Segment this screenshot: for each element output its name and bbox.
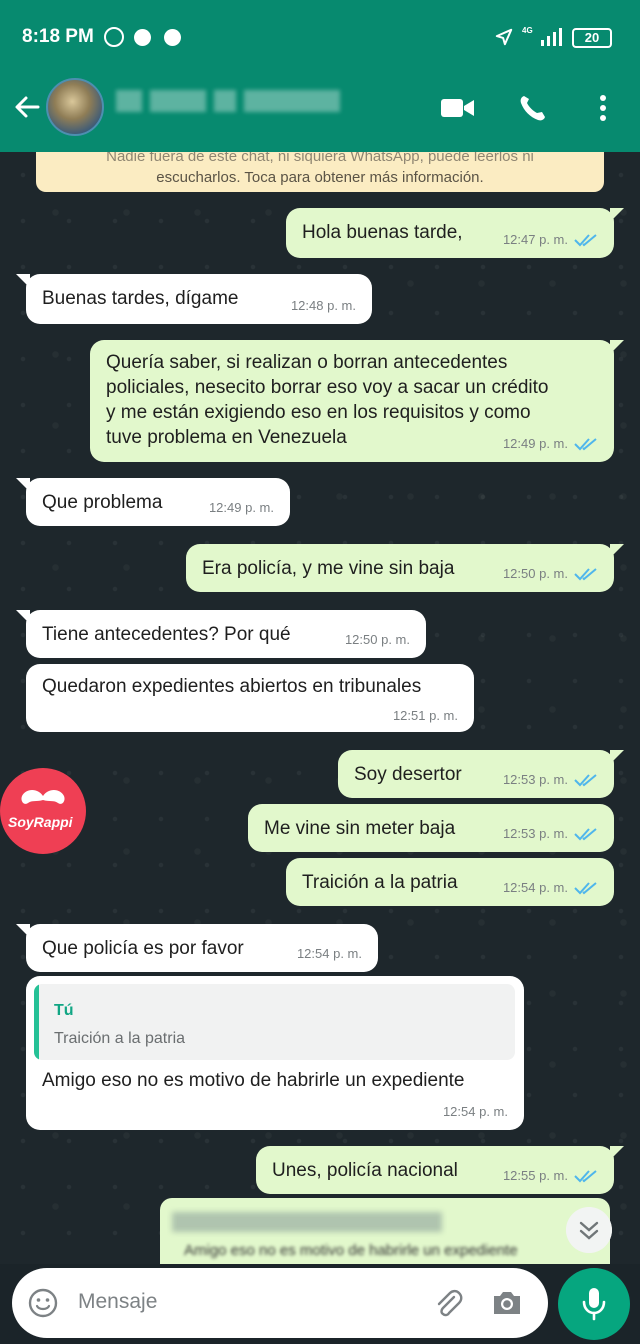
message-time: 12:49 p. m. bbox=[208, 500, 274, 515]
alarm-icon bbox=[104, 27, 124, 47]
message-time: 12:55 p. m. bbox=[502, 1168, 568, 1183]
message-time: 12:48 p. m. bbox=[290, 298, 356, 313]
read-receipt-icon bbox=[574, 828, 597, 841]
emoji-icon[interactable] bbox=[28, 1288, 58, 1318]
more-options-icon[interactable] bbox=[586, 94, 622, 122]
message-text: Que policía es por favor bbox=[42, 938, 244, 959]
message-incoming[interactable]: Que policía es por favor 12:54 p. m. bbox=[16, 924, 378, 972]
message-text: Hola buenas tarde, bbox=[302, 222, 463, 243]
message-text-line: y me están exigiendo eso en los requisit… bbox=[106, 402, 531, 423]
status-bar: 8:18 PM 4G 20 bbox=[0, 0, 640, 78]
message-time: 12:49 p. m. bbox=[502, 436, 568, 451]
network-type: 4G bbox=[522, 26, 533, 35]
message-time: 12:53 p. m. bbox=[502, 772, 568, 787]
message-time: 12:54 p. m. bbox=[296, 946, 362, 961]
message-text: Unes, policía nacional bbox=[272, 1160, 458, 1181]
message-input[interactable]: Mensaje bbox=[12, 1268, 548, 1338]
encryption-notice[interactable]: Nadie fuera de este chat, ni siquiera Wh… bbox=[36, 152, 604, 192]
top-bar: 8:18 PM 4G 20 bbox=[0, 0, 640, 152]
message-incoming[interactable]: Quedaron expedientes abiertos en tribuna… bbox=[26, 664, 474, 732]
signal-icon bbox=[541, 28, 562, 46]
message-time: 12:51 p. m. bbox=[392, 708, 458, 723]
quote-accent-bar bbox=[34, 984, 39, 1060]
soyrappi-text: SoyRappi bbox=[8, 814, 73, 830]
message-time: 12:54 p. m. bbox=[502, 880, 568, 895]
message-text: Era policía, y me vine sin baja bbox=[202, 558, 455, 579]
message-text: Me vine sin meter baja bbox=[264, 818, 456, 839]
read-receipt-icon bbox=[574, 882, 597, 895]
reply-preview-blurred[interactable]: Amigo eso no es motivo de habrirle un ex… bbox=[160, 1198, 610, 1264]
message-incoming[interactable]: Que problema 12:49 p. m. bbox=[16, 478, 290, 526]
message-text: Que problema bbox=[42, 492, 163, 513]
message-incoming[interactable]: Buenas tardes, dígame 12:48 p. m. bbox=[16, 274, 372, 324]
notification-dot-icon bbox=[134, 29, 151, 46]
camera-icon[interactable] bbox=[490, 1288, 524, 1318]
message-time: 12:50 p. m. bbox=[344, 632, 410, 647]
video-call-icon[interactable] bbox=[440, 94, 476, 122]
message-time: 12:50 p. m. bbox=[502, 566, 568, 581]
message-text: Traición a la patria bbox=[302, 872, 458, 893]
reply-preview-text: Amigo eso no es motivo de habrirle un ex… bbox=[184, 1242, 518, 1259]
message-text: Soy desertor bbox=[354, 764, 462, 785]
message-text: Amigo eso no es motivo de habrirle un ex… bbox=[42, 1070, 465, 1091]
message-outgoing[interactable]: Soy desertor 12:53 p. m. bbox=[338, 750, 624, 798]
message-incoming[interactable]: Tiene antecedentes? Por qué 12:50 p. m. bbox=[16, 610, 426, 658]
quoted-message[interactable]: Tú Traición a la patria bbox=[34, 984, 515, 1060]
voice-record-button[interactable] bbox=[558, 1268, 630, 1340]
message-text: Quedaron expedientes abiertos en tribuna… bbox=[42, 676, 422, 697]
message-outgoing[interactable]: Quería saber, si realizan o borran antec… bbox=[90, 340, 624, 462]
quote-author: Tú bbox=[54, 1002, 74, 1019]
soyrappi-badge[interactable]: SoyRappi bbox=[0, 768, 86, 854]
read-receipt-icon bbox=[574, 774, 597, 787]
location-arrow-icon bbox=[495, 28, 513, 46]
voice-call-icon[interactable] bbox=[516, 94, 552, 122]
composer-bar: Mensaje bbox=[0, 1264, 640, 1344]
message-outgoing[interactable]: Unes, policía nacional 12:55 p. m. bbox=[256, 1146, 624, 1194]
back-arrow-icon[interactable] bbox=[12, 92, 42, 122]
microphone-icon bbox=[582, 1288, 606, 1321]
message-placeholder: Mensaje bbox=[78, 1290, 158, 1313]
read-receipt-icon bbox=[574, 438, 597, 451]
message-text: Tiene antecedentes? Por qué bbox=[42, 624, 291, 645]
chat-area[interactable]: Nadie fuera de este chat, ni siquiera Wh… bbox=[0, 152, 640, 1264]
battery-icon: 20 bbox=[572, 28, 612, 48]
encryption-notice-line1: Nadie fuera de este chat, ni siquiera Wh… bbox=[106, 152, 534, 165]
notification-dot-icon bbox=[164, 29, 181, 46]
status-time: 8:18 PM bbox=[22, 26, 94, 47]
contact-avatar[interactable] bbox=[46, 78, 104, 136]
contact-name-blurred[interactable] bbox=[116, 90, 346, 116]
attach-icon[interactable] bbox=[432, 1288, 464, 1320]
read-receipt-icon bbox=[574, 568, 597, 581]
message-time: 12:47 p. m. bbox=[502, 232, 568, 247]
mustache-icon bbox=[21, 790, 65, 804]
message-text-line: policiales, nesecito borrar eso voy a sa… bbox=[106, 377, 549, 398]
message-outgoing[interactable]: Era policía, y me vine sin baja 12:50 p.… bbox=[186, 544, 624, 592]
quote-text: Traición a la patria bbox=[54, 1030, 186, 1047]
message-text: Buenas tardes, dígame bbox=[42, 288, 239, 309]
message-time: 12:54 p. m. bbox=[442, 1104, 508, 1119]
message-outgoing[interactable]: Me vine sin meter baja 12:53 p. m. bbox=[248, 804, 614, 852]
scroll-down-icon[interactable] bbox=[566, 1207, 612, 1253]
message-text-line: Quería saber, si realizan o borran antec… bbox=[106, 352, 508, 373]
message-outgoing[interactable]: Traición a la patria 12:54 p. m. bbox=[286, 858, 614, 906]
read-receipt-icon bbox=[574, 1170, 597, 1183]
message-text-line: tuve problema en Venezuela bbox=[106, 427, 347, 448]
read-receipt-icon bbox=[574, 234, 597, 247]
message-time: 12:53 p. m. bbox=[502, 826, 568, 841]
encryption-notice-line2: escucharlos. Toca para obtener más infor… bbox=[156, 169, 484, 186]
message-outgoing[interactable]: Hola buenas tarde, 12:47 p. m. bbox=[286, 208, 624, 258]
message-incoming-reply[interactable]: Tú Traición a la patria Amigo eso no es … bbox=[26, 976, 524, 1130]
chat-header bbox=[0, 78, 640, 152]
